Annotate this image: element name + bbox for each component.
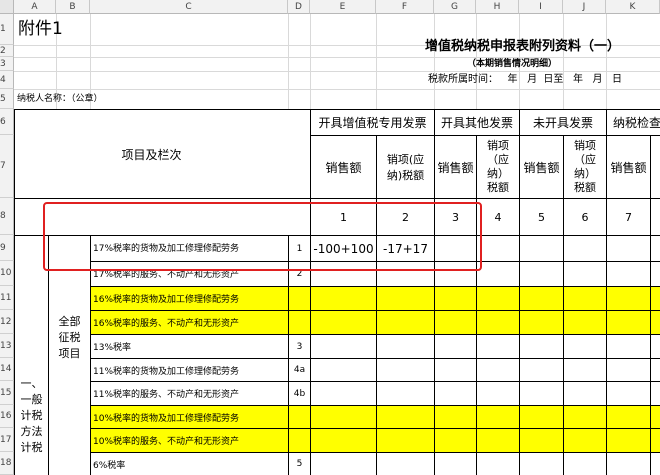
column-header-c[interactable]: C xyxy=(90,0,288,14)
attachment-label: 附件1 xyxy=(18,19,63,39)
column-number: 4 xyxy=(494,210,502,224)
column-header-k[interactable]: K xyxy=(606,0,660,14)
row-header[interactable]: 4 xyxy=(0,71,14,89)
column-header-g[interactable]: G xyxy=(434,0,476,14)
row-header[interactable]: 6 xyxy=(0,109,14,135)
column-header-f[interactable]: F xyxy=(376,0,434,14)
row-label: 10%税率的服务、不动产和无形资产 xyxy=(93,437,240,447)
sales-header: 销售额 xyxy=(325,160,362,175)
group-header-no-invoice: 未开具发票 xyxy=(532,116,593,130)
tax-header: 销项（应纳）税额 xyxy=(487,139,509,194)
column-header-a[interactable]: A xyxy=(14,0,56,14)
row-header[interactable]: 13 xyxy=(0,334,14,358)
group-header-tax-inspection: 纳税检查 xyxy=(613,116,660,130)
row-header[interactable]: 9 xyxy=(0,235,14,261)
row-label: 11%税率的服务、不动产和无形资产 xyxy=(93,390,240,400)
column-number: 6 xyxy=(581,210,589,224)
form-title: 增值税纳税申报表附列资料（一） xyxy=(425,39,621,54)
row-label: 10%税率的货物及加工修理修配劳务 xyxy=(93,414,240,424)
select-all-corner[interactable] xyxy=(0,0,14,14)
line-number: 5 xyxy=(296,459,303,469)
form-subtitle: （本期销售情况明细） xyxy=(467,59,558,69)
row-header[interactable]: 7 xyxy=(0,135,14,198)
row-label: 16%税率的服务、不动产和无形资产 xyxy=(93,319,240,329)
column-header-e[interactable]: E xyxy=(310,0,376,14)
group-header-vat-invoice: 开具增值税专用发票 xyxy=(318,116,427,130)
row-header[interactable]: 5 xyxy=(0,89,14,109)
row-header[interactable]: 17 xyxy=(0,428,14,452)
annotation-highlight-box xyxy=(43,202,482,271)
column-header-b[interactable]: B xyxy=(56,0,90,14)
line-number: 4b xyxy=(293,388,306,399)
sales-header: 销售额 xyxy=(610,160,647,175)
column-header-d[interactable]: D xyxy=(288,0,310,14)
column-header-j[interactable]: J xyxy=(563,0,606,14)
row-header[interactable]: 2 xyxy=(0,45,14,57)
tax-header: 销项（应纳）税额 xyxy=(574,139,596,194)
row-header[interactable]: 11 xyxy=(0,286,14,310)
taxpayer-name-label: 纳税人名称：（公章） xyxy=(17,94,103,104)
column-header-i[interactable]: I xyxy=(519,0,563,14)
column-header-h[interactable]: H xyxy=(476,0,519,14)
row-header[interactable]: 3 xyxy=(0,57,14,71)
line-number: 3 xyxy=(296,341,303,352)
row-header[interactable]: 18 xyxy=(0,452,14,475)
row-label: 13%税率 xyxy=(93,343,132,353)
column-number: 7 xyxy=(625,210,632,224)
row-header[interactable]: 10 xyxy=(0,261,14,286)
line-number: 4a xyxy=(293,365,306,375)
row-label: 6%税率 xyxy=(93,461,126,471)
tax-period: 税款所属时间： 年 月 日至 年 月 日 xyxy=(428,74,623,85)
category-general-tax-method: 一、一般计税方法计税 xyxy=(20,377,43,454)
row-header[interactable]: 1 xyxy=(0,14,14,45)
row-header[interactable]: 16 xyxy=(0,405,14,428)
item-header: 项目及栏次 xyxy=(121,147,182,162)
row-header[interactable]: 8 xyxy=(0,198,14,235)
row-header[interactable]: 14 xyxy=(0,358,14,381)
group-header-other-invoice: 开具其他发票 xyxy=(440,116,513,130)
sales-header: 销售额 xyxy=(523,160,560,175)
column-number: 5 xyxy=(538,210,545,224)
row-label: 16%税率的货物及加工修理修配劳务 xyxy=(93,295,240,305)
sales-header: 销售额 xyxy=(437,160,474,175)
subcategory-all-taxable-items: 全部征税项目 xyxy=(58,315,81,360)
tax-header: 销项(应纳)税额 xyxy=(386,153,425,182)
row-header[interactable]: 12 xyxy=(0,310,14,334)
row-label: 11%税率的货物及加工修理修配劳务 xyxy=(93,367,240,377)
row-header[interactable]: 15 xyxy=(0,381,14,405)
